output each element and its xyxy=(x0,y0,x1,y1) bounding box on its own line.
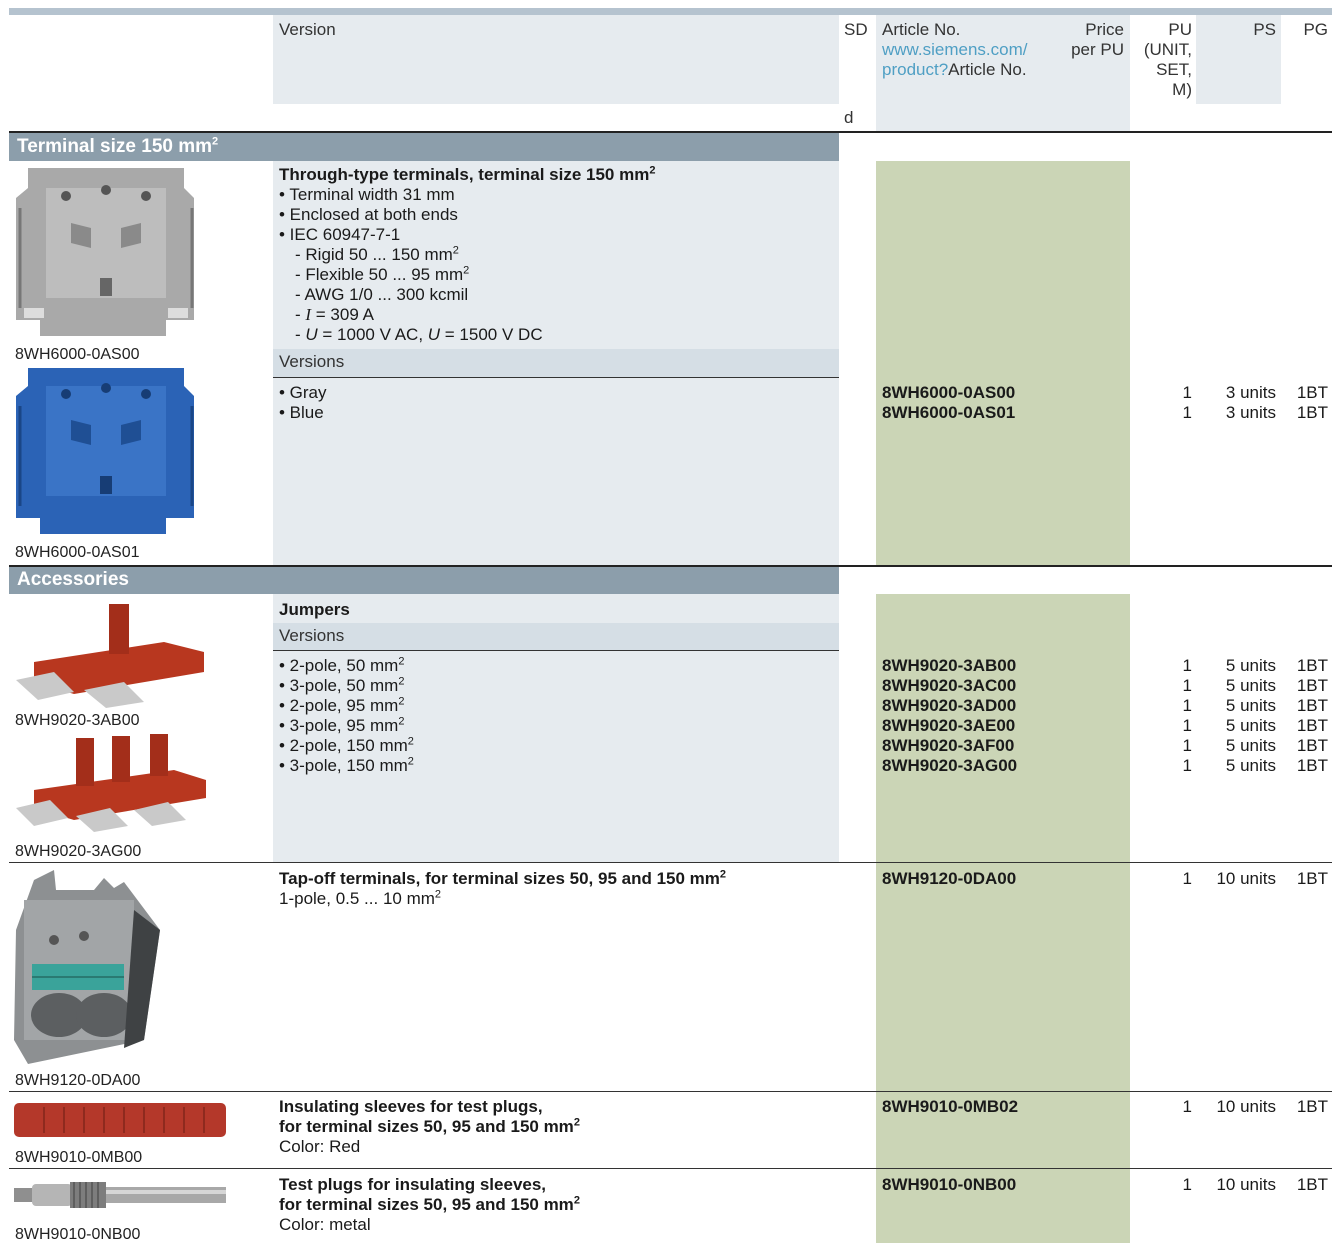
article-number[interactable]: 8WH9020-3AD00 xyxy=(882,696,1017,716)
article-number-list: 8WH9020-3AB00 8WH9020-3AC00 8WH9020-3AD0… xyxy=(882,656,1017,776)
pu-value: 1 xyxy=(1182,869,1192,888)
jumper-2-pole-image xyxy=(14,602,208,708)
terminal-blue-image xyxy=(16,368,198,536)
jumper-3-pole-image xyxy=(14,734,208,834)
ps-value: 10 units xyxy=(1216,1097,1276,1116)
article-number[interactable]: 8WH9010-0NB00 xyxy=(882,1175,1016,1195)
versions-label: Versions xyxy=(273,623,839,651)
jumpers-title: Jumpers xyxy=(279,600,350,619)
article-number-list: 8WH6000-0AS00 8WH6000-0AS01 xyxy=(882,383,1015,423)
ps-value: 10 units xyxy=(1216,869,1276,888)
ps-values: 5 units 5 units 5 units 5 units 5 units … xyxy=(1225,656,1276,775)
pg-value: 1BT xyxy=(1296,1175,1328,1194)
insulating-sleeve-image xyxy=(14,1101,228,1139)
article-number[interactable]: 8WH9120-0DA00 xyxy=(882,869,1016,889)
jumper-versions-list: • 2-pole, 50 mm2 • 3-pole, 50 mm2 • 2-po… xyxy=(279,655,414,775)
image-caption: 8WH9020-3AG00 xyxy=(15,843,142,860)
header-pg: PG xyxy=(1303,20,1328,39)
test-plug-image xyxy=(14,1178,228,1212)
article-number[interactable]: 8WH6000-0AS01 xyxy=(882,403,1015,423)
product-description-test-plugs: Test plugs for insulating sleeves, for t… xyxy=(279,1175,580,1234)
article-number[interactable]: 8WH9020-3AG00 xyxy=(882,756,1017,776)
pu-value: 1 xyxy=(1182,1175,1192,1194)
header-price: Price per PU xyxy=(1071,20,1124,59)
pu-values: 1 1 1 1 1 1 xyxy=(1182,656,1192,775)
section-title-terminal-size: Terminal size 150 mm2 xyxy=(9,133,839,161)
article-number[interactable]: 8WH9020-3AB00 xyxy=(882,656,1017,676)
header-version-cell xyxy=(273,15,839,104)
article-number[interactable]: 8WH9020-3AC00 xyxy=(882,676,1017,696)
image-caption: 8WH6000-0AS00 xyxy=(15,346,140,363)
pg-value: 1BT xyxy=(1296,869,1328,888)
image-caption: 8WH9020-3AB00 xyxy=(15,712,140,729)
section-title-accessories: Accessories xyxy=(9,567,839,594)
header-sd: SD xyxy=(844,20,868,39)
ps-value: 10 units xyxy=(1216,1175,1276,1194)
row-divider xyxy=(9,1091,1332,1092)
header-article-no: Article No. xyxy=(882,20,961,39)
image-caption: 8WH9120-0DA00 xyxy=(15,1072,141,1089)
pg-values: 1BT 1BT xyxy=(1296,383,1328,422)
header-sd-d: d xyxy=(844,108,854,127)
header-pu: PU (UNIT, SET, M) xyxy=(1143,20,1192,99)
image-caption: 8WH9010-0MB00 xyxy=(15,1149,143,1166)
header-article-link[interactable]: www.siemens.com/ xyxy=(882,40,1027,60)
article-number[interactable]: 8WH9020-3AF00 xyxy=(882,736,1017,756)
top-rule xyxy=(9,8,1332,15)
versions-list: • Gray • Blue xyxy=(279,383,327,422)
product-description-insulating-sleeves: Insulating sleeves for test plugs, for t… xyxy=(279,1097,580,1156)
article-column-band xyxy=(876,161,1130,565)
header-ps: PS xyxy=(1253,20,1276,39)
product-description-tap-off: Tap-off terminals, for terminal sizes 50… xyxy=(279,868,727,908)
pu-value: 1 xyxy=(1182,1097,1192,1116)
terminal-gray-image xyxy=(16,168,198,340)
tap-off-terminal-image xyxy=(14,870,160,1064)
row-divider xyxy=(9,1168,1332,1169)
image-caption: 8WH6000-0AS01 xyxy=(15,544,140,561)
pu-values: 1 1 xyxy=(1182,383,1192,422)
versions-label: Versions xyxy=(273,349,839,378)
pg-values: 1BT 1BT 1BT 1BT 1BT 1BT xyxy=(1296,656,1328,775)
header-article-link-line2[interactable]: product?Article No. xyxy=(882,60,1027,80)
header-version: Version xyxy=(279,20,336,39)
article-number[interactable]: 8WH9010-0MB02 xyxy=(882,1097,1018,1117)
ps-values: 3 units 3 units xyxy=(1225,383,1276,422)
pg-value: 1BT xyxy=(1296,1097,1328,1116)
row-divider xyxy=(9,862,1332,863)
product-description-through-type: Through-type terminals, terminal size 15… xyxy=(279,164,656,344)
article-number[interactable]: 8WH6000-0AS00 xyxy=(882,383,1015,403)
image-caption: 8WH9010-0NB00 xyxy=(15,1226,141,1243)
article-number[interactable]: 8WH9020-3AE00 xyxy=(882,716,1017,736)
